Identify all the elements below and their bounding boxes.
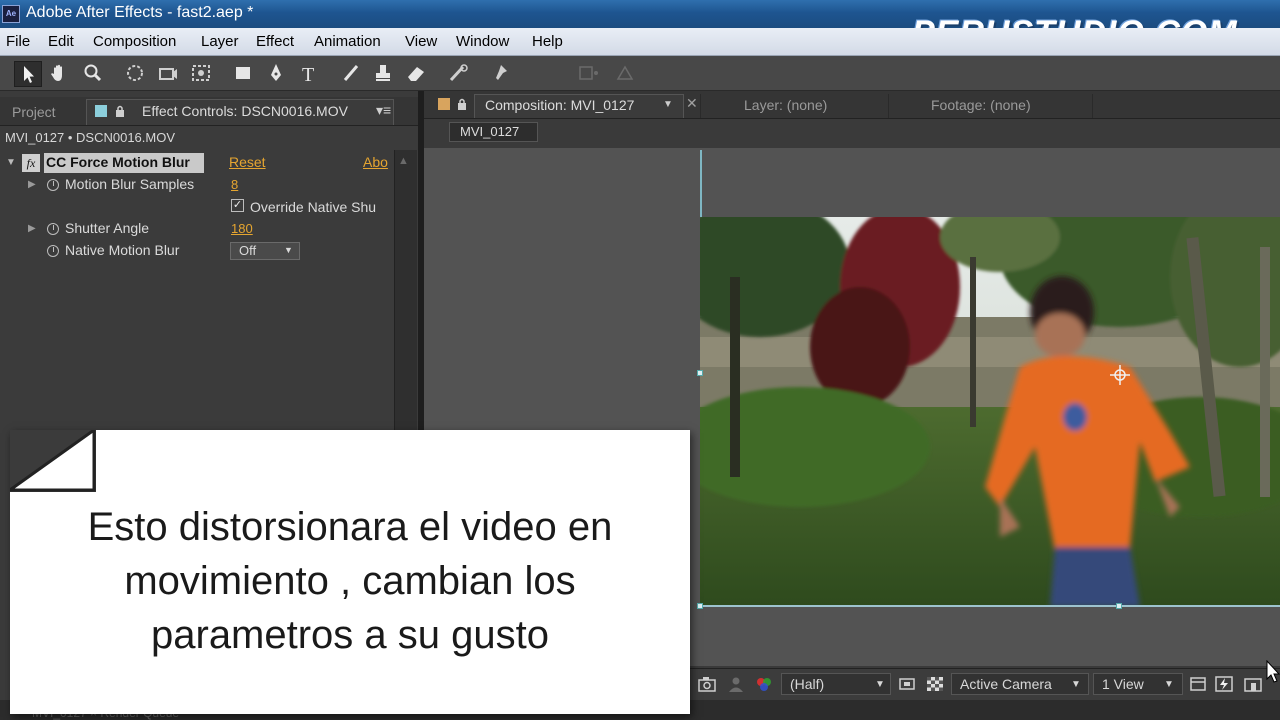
effect-controls-scrollbar[interactable] [394, 150, 417, 440]
fx-icon[interactable]: fx [22, 154, 40, 172]
show-snapshot-icon[interactable] [726, 675, 746, 693]
layer-handle[interactable] [697, 603, 703, 609]
twirl-down-icon[interactable]: ▼ [6, 157, 16, 168]
breadcrumb: MVI_0127 • DSCN0016.MOV [5, 130, 176, 145]
panel-menu-icon[interactable]: ▾≡ [376, 102, 391, 119]
menu-view[interactable]: View [405, 33, 437, 50]
native-motion-blur-label: Native Motion Blur [65, 242, 180, 258]
chevron-down-icon[interactable]: ▼ [663, 99, 673, 110]
camera-value: Active Camera [960, 676, 1052, 692]
lock-icon[interactable] [457, 97, 467, 110]
eraser-tool-icon[interactable] [403, 61, 429, 85]
menu-effect[interactable]: Effect [256, 33, 294, 50]
shutter-angle-value[interactable]: 180 [231, 221, 253, 236]
override-native-shutter-checkbox[interactable]: ✓ [231, 199, 244, 212]
toggle-pixel-aspect-icon[interactable] [1188, 675, 1208, 693]
annotation-text: Esto distorsionara el video en movimient… [87, 505, 613, 657]
reset-link[interactable]: Reset [229, 154, 266, 170]
menu-help[interactable]: Help [532, 33, 563, 50]
zoom-tool-icon[interactable] [80, 61, 106, 85]
svg-text:T: T [302, 64, 314, 85]
camera-tool-icon[interactable] [155, 61, 181, 85]
scroll-up-icon[interactable]: ▲ [398, 155, 409, 167]
note-folded-corner-icon [5, 427, 96, 492]
native-motion-blur-value: Off [239, 243, 257, 258]
chevron-down-icon: ▼ [875, 679, 885, 690]
override-native-shutter-label: Override Native Shu [250, 199, 377, 215]
chevron-down-icon: ▼ [1164, 679, 1174, 690]
twirl-right-icon[interactable]: ▶ [28, 223, 36, 234]
layer-handle[interactable] [697, 370, 703, 376]
effect-name[interactable]: CC Force Motion Blur [46, 154, 190, 170]
menu-file[interactable]: File [6, 33, 30, 50]
stopwatch-icon[interactable] [47, 179, 59, 191]
world-axis-icon[interactable] [612, 61, 638, 85]
tab-footage-label: Footage: (none) [931, 97, 1031, 113]
about-link[interactable]: Abo [363, 154, 388, 170]
stopwatch-icon[interactable] [47, 223, 59, 235]
chevron-down-icon: ▼ [284, 245, 293, 255]
region-of-interest-icon[interactable] [897, 675, 917, 693]
close-icon[interactable]: ✕ [686, 95, 698, 112]
puppet-pin-tool-icon[interactable] [487, 61, 513, 85]
layer-bounding-box-edge [700, 605, 1280, 607]
transparency-grid-icon[interactable] [925, 675, 945, 693]
menu-window[interactable]: Window [456, 33, 509, 50]
resolution-value: (Half) [790, 676, 825, 692]
fast-previews-icon[interactable] [1214, 675, 1234, 693]
menu-edit[interactable]: Edit [48, 33, 74, 50]
clone-stamp-tool-icon[interactable] [370, 61, 396, 85]
composition-subtab-label: MVI_0127 [460, 124, 520, 139]
channel-rgb-icon[interactable] [754, 675, 774, 693]
pen-tool-icon[interactable] [263, 61, 289, 85]
menu-bar [0, 28, 1280, 56]
type-tool-icon[interactable]: T [296, 61, 322, 85]
axis-mode-icon[interactable] [575, 61, 601, 85]
views-value: 1 View [1102, 676, 1144, 692]
menu-animation[interactable]: Animation [314, 33, 381, 50]
menu-layer[interactable]: Layer [201, 33, 239, 50]
video-frame[interactable] [700, 217, 1280, 607]
app-icon[interactable]: Ae [2, 5, 20, 23]
timeline-icon[interactable] [1243, 675, 1263, 693]
shutter-angle-label: Shutter Angle [65, 220, 150, 236]
tab-composition-label: Composition: MVI_0127 [485, 97, 635, 113]
motion-blur-samples-label: Motion Blur Samples [65, 176, 195, 192]
pan-behind-tool-icon[interactable] [188, 61, 214, 85]
effect-controls-color-chip [95, 105, 107, 117]
snapshot-camera-icon[interactable] [697, 675, 717, 693]
motion-blur-samples-value[interactable]: 8 [231, 177, 238, 192]
layer-boundary-line [700, 150, 702, 220]
roto-brush-tool-icon[interactable] [445, 61, 471, 85]
brush-tool-icon[interactable] [338, 61, 364, 85]
selection-tool-icon[interactable] [14, 61, 42, 87]
twirl-right-icon[interactable]: ▶ [28, 179, 36, 190]
stopwatch-icon[interactable] [47, 245, 59, 257]
layer-handle[interactable] [1116, 603, 1122, 609]
rotation-tool-icon[interactable] [122, 61, 148, 85]
hand-tool-icon[interactable] [46, 61, 72, 85]
tab-effect-controls-label: Effect Controls: DSCN0016.MOV [142, 103, 348, 119]
composition-color-chip [438, 98, 450, 110]
tab-project[interactable]: Project [0, 99, 80, 125]
window-title: Adobe After Effects - fast2.aep * [26, 4, 254, 21]
chevron-down-icon: ▼ [1071, 679, 1081, 690]
mouse-cursor-icon [1266, 659, 1280, 684]
tab-layer-label: Layer: (none) [744, 97, 828, 113]
rectangle-tool-icon[interactable] [230, 61, 256, 85]
lock-icon[interactable] [115, 104, 125, 117]
menu-composition[interactable]: Composition [93, 33, 176, 50]
